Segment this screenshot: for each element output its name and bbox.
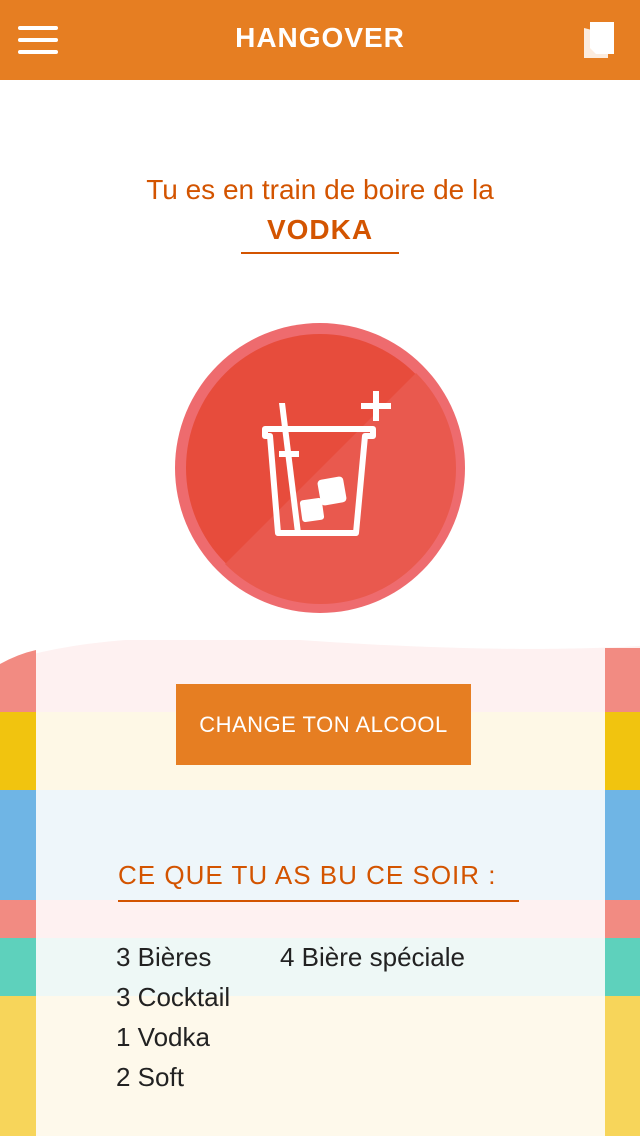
list-item: 2 Soft [116, 1062, 184, 1092]
add-drink-button[interactable] [175, 323, 465, 613]
copy-icon[interactable] [580, 20, 618, 60]
list-item: 1 Vodka [116, 1022, 210, 1052]
current-drink-prompt: Tu es en train de boire de la [146, 174, 494, 205]
drink-underline [241, 252, 399, 254]
list-item: 3 Cocktail [116, 982, 231, 1012]
current-drink-name[interactable]: VODKA [0, 214, 640, 246]
list-item: 4 Bière spéciale [280, 942, 465, 972]
list-item: 3 Bières [116, 942, 212, 972]
app-title: HANGOVER [235, 22, 405, 53]
drinks-list-left: 3 Bières 3 Cocktail 1 Vodka 2 Soft [116, 938, 230, 1098]
app-header: HANGOVER [0, 0, 640, 80]
tonight-section-title: CE QUE TU AS BU CE SOIR : [118, 860, 497, 890]
section-underline [118, 900, 519, 902]
change-alcohol-button[interactable]: CHANGE TON ALCOOL [176, 684, 471, 765]
drinks-list-right: 4 Bière spéciale [280, 938, 465, 978]
